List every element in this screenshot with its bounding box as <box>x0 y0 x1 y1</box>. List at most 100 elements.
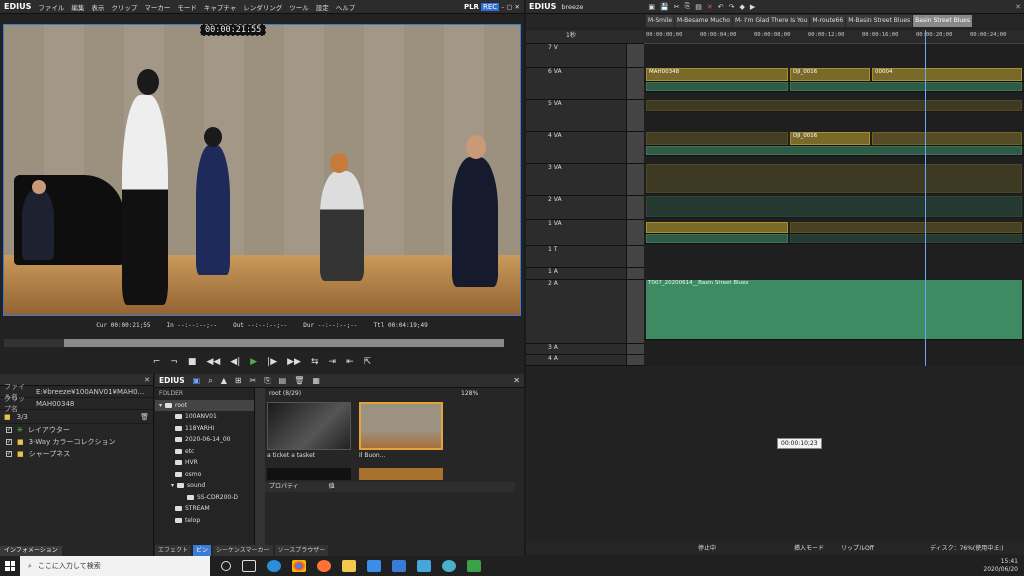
close-icon[interactable]: ✕ <box>144 376 150 384</box>
folder-item[interactable]: SS-CDR200-D <box>155 492 254 504</box>
up-icon[interactable]: ▲ <box>221 376 227 385</box>
checkbox-icon[interactable]: ✓ <box>6 451 12 457</box>
tab-bin[interactable]: ビン <box>193 545 212 556</box>
menu-tools[interactable]: ツール <box>289 2 309 12</box>
view-icon[interactable]: ▦ <box>312 376 320 385</box>
folder-item[interactable]: ▾ sound <box>155 480 254 492</box>
tab-sequence[interactable]: M-route66 <box>810 15 846 27</box>
clip-thumbnail[interactable] <box>359 402 443 450</box>
menu-file[interactable]: ファイル <box>38 2 64 12</box>
tab-sequence[interactable]: M- I'm Glad There Is You <box>732 15 810 27</box>
menu-render[interactable]: レンダリング <box>243 2 282 12</box>
folder-item[interactable]: etc <box>155 446 254 458</box>
playhead[interactable] <box>925 30 926 366</box>
add-clip-icon[interactable]: ⊞ <box>235 376 242 385</box>
cut-icon[interactable]: ✂ <box>250 376 257 385</box>
set-out-icon[interactable]: ¬ <box>170 357 178 367</box>
store-icon[interactable] <box>367 560 381 572</box>
track-7v[interactable]: 7 V <box>526 44 644 68</box>
folder-icon[interactable]: ▣ <box>648 3 655 11</box>
tab-sequence[interactable]: M-Basin Street Blues <box>846 15 913 27</box>
stop-icon[interactable]: ■ <box>188 357 197 367</box>
rewind-icon[interactable]: ◀◀ <box>206 357 220 367</box>
play-icon[interactable]: ▶ <box>250 357 257 367</box>
step-forward-icon[interactable]: |▶ <box>267 357 277 367</box>
fast-forward-icon[interactable]: ▶▶ <box>287 357 301 367</box>
edge-icon[interactable] <box>267 560 281 572</box>
render-icon[interactable]: ▶ <box>750 3 755 11</box>
timeline-clip[interactable]: DJI_0016 <box>790 132 870 145</box>
timeline-clip[interactable] <box>646 164 1022 193</box>
cortana-icon[interactable] <box>221 561 231 571</box>
audio-clip[interactable] <box>646 196 1022 217</box>
track-4a[interactable]: 4 A <box>526 355 644 366</box>
timeline-clip[interactable] <box>646 100 1022 111</box>
system-tray[interactable]: 15:41 2020/06/20 <box>983 558 1018 574</box>
audio-clip[interactable] <box>646 234 788 243</box>
track-2a[interactable]: 2 A <box>526 280 644 344</box>
effect-row[interactable]: ✓ ■ 3-Way カラーコレクション <box>0 436 153 448</box>
audio-clip-basin-street-blues[interactable]: T007_20200614__Basin Street Blues <box>646 280 1022 339</box>
delete-icon[interactable]: 🗑 <box>294 376 304 385</box>
undo-icon[interactable]: ↶ <box>718 3 724 11</box>
clip-thumbnail[interactable] <box>267 402 351 450</box>
tab-effect[interactable]: エフェクト <box>155 545 192 556</box>
menu-help[interactable]: ヘルプ <box>336 2 356 12</box>
tab-information[interactable]: インフォメーション <box>0 546 62 556</box>
folder-item[interactable]: osmo <box>155 469 254 481</box>
tab-sequence-marker[interactable]: シーケンスマーカー <box>213 545 273 556</box>
app-icon[interactable] <box>417 560 431 572</box>
track-6va[interactable]: 6 VA <box>526 68 644 100</box>
timeline-ruler[interactable]: 00:00:00;00 00:00:04;00 00:00:08;00 00:0… <box>644 30 1024 44</box>
track-1a[interactable]: 1 A <box>526 268 644 280</box>
folder-item[interactable]: ▾ root <box>155 399 254 411</box>
close-icon[interactable]: ✕ <box>515 3 520 11</box>
track-1t[interactable]: 1 T <box>526 246 644 268</box>
app-icon[interactable] <box>442 560 456 572</box>
copy-icon[interactable]: ⎘ <box>264 376 270 386</box>
redo-icon[interactable]: ↷ <box>729 3 735 11</box>
step-back-icon[interactable]: ◀| <box>230 357 240 367</box>
checkbox-icon[interactable]: ✓ <box>6 439 12 445</box>
track-4va[interactable]: 4 VA <box>526 132 644 164</box>
menu-mode[interactable]: モード <box>177 2 197 12</box>
audio-clip[interactable] <box>646 82 788 91</box>
scale-selector[interactable]: 1秒 <box>526 30 644 44</box>
clip-thumbnail[interactable] <box>359 468 443 480</box>
status-ripple[interactable]: リップルOff <box>841 543 874 552</box>
menu-edit[interactable]: 編集 <box>71 2 84 12</box>
export-icon[interactable]: ⇱ <box>364 357 372 367</box>
track-1va[interactable]: 1 VA <box>526 220 644 246</box>
windows-start-icon[interactable] <box>5 561 15 571</box>
explorer-icon[interactable] <box>342 560 356 572</box>
loop-icon[interactable]: ⇆ <box>311 357 319 367</box>
delete-icon[interactable]: 🗑 <box>140 413 149 421</box>
track-2va[interactable]: 2 VA <box>526 196 644 220</box>
taskbar-search[interactable]: ⌕ ここに入力して検索 <box>20 556 210 576</box>
save-icon[interactable]: 💾 <box>660 3 669 11</box>
status-insert-mode[interactable]: 挿入モード <box>794 543 824 552</box>
plr-toggle[interactable]: PLR <box>464 3 479 11</box>
set-in-icon[interactable]: ⌐ <box>153 357 161 367</box>
timeline-clip[interactable] <box>646 222 788 233</box>
task-view-icon[interactable] <box>242 560 256 572</box>
folder-item[interactable]: HVR <box>155 457 254 469</box>
minimize-icon[interactable]: – <box>501 3 504 11</box>
folder-item[interactable]: STREAM <box>155 503 254 515</box>
track-3a[interactable]: 3 A <box>526 344 644 355</box>
folder-item[interactable]: 2020-06-14_00 <box>155 434 254 446</box>
chrome-icon[interactable] <box>292 560 306 572</box>
mail-icon[interactable] <box>392 560 406 572</box>
cut-icon[interactable]: ✂ <box>674 3 680 11</box>
marker-icon[interactable]: ◆ <box>740 3 745 11</box>
checkbox-icon[interactable]: ✓ <box>6 427 12 433</box>
timeline-clip[interactable]: MAH00348 <box>646 68 788 81</box>
timeline-clip[interactable]: DJI_0016 <box>790 68 870 81</box>
effect-row[interactable]: ✓ ⁜ レイアウター <box>0 424 153 436</box>
audio-clip[interactable] <box>646 146 1022 155</box>
maximize-icon[interactable]: ▢ <box>506 3 512 11</box>
timeline-clip[interactable] <box>646 132 788 145</box>
effect-row[interactable]: ✓ ■ シャープネス <box>0 448 153 460</box>
folder-item[interactable]: telop <box>155 515 254 527</box>
paste-icon[interactable]: ▤ <box>695 3 702 11</box>
